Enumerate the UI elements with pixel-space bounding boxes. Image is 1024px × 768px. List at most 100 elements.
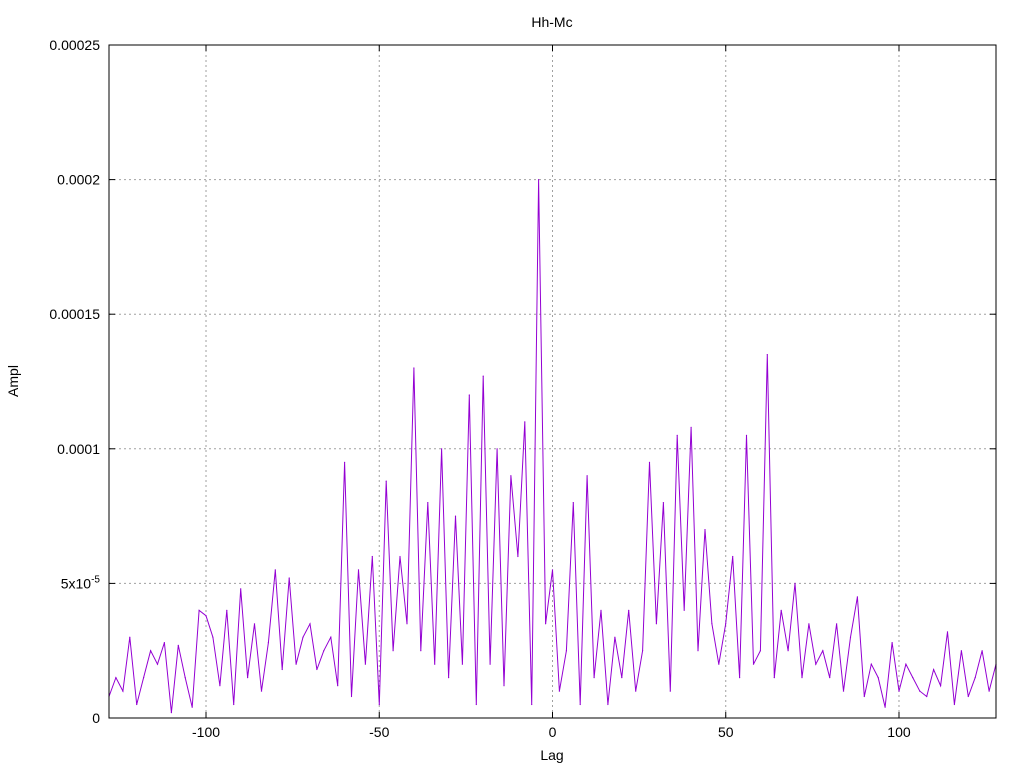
data-point [718,663,720,665]
data-point [745,434,748,436]
data-point [655,623,658,625]
data-point [184,677,186,679]
data-point [198,609,200,611]
data-point [191,706,193,708]
data-point [545,623,547,625]
data-point [697,650,699,652]
data-point [295,663,297,665]
data-point [863,695,865,698]
y-tick-label-base: 5x10 [61,575,92,591]
data-point [399,555,401,558]
line-chart: Hh-Mc -100 -50 0 50 100 0 5x10-5 0.0001 0.00015 0… [5,14,997,763]
data-point [531,703,533,706]
data-point [247,677,249,679]
data-point [919,690,921,692]
data-point [953,703,956,706]
data-point [115,677,117,679]
data-point [427,502,429,504]
data-point [752,663,755,665]
y-tick-label: 0.0002 [57,172,100,188]
data-point [586,475,588,477]
data-point [725,623,727,625]
data-point [309,623,311,625]
data-point [323,650,325,652]
data-point [489,663,491,665]
data-point [524,421,526,423]
data-point [829,677,831,679]
data-point [475,703,477,706]
data-point [642,650,644,652]
data-point [253,623,256,625]
data-point [836,623,838,625]
data-point [461,663,463,665]
chart-title: Hh-Mc [531,14,572,30]
data-point [842,690,845,692]
data-point [150,650,152,652]
data-point [988,690,990,692]
data-point [676,434,678,436]
data-point [822,650,824,652]
data-point [662,502,665,504]
y-tick-label: 5x10-5 [61,574,101,591]
data-point [579,703,581,706]
data-point [468,394,470,396]
data-point [129,636,131,638]
data-point [177,644,179,646]
data-point [773,677,775,679]
y-axis-label: Ampl [5,365,21,397]
y-tick-label: 0 [92,710,100,726]
data-point [482,375,484,377]
axis-ticks: -100 -50 0 50 100 0 5x10-5 0.0001 0.00015 0.0002 0… [49,37,996,740]
data-point [496,448,498,450]
data-point [759,650,762,652]
data-point [510,475,512,477]
data-point [441,448,443,450]
x-tick-label: 0 [549,724,557,740]
data-point [392,650,394,652]
data-point [274,569,276,571]
x-axis-label: Lag [540,747,563,763]
x-tick-label: -100 [192,724,220,740]
data-point [420,650,422,652]
data-point [974,677,976,679]
data-point [981,650,983,652]
data-point [780,609,782,611]
data-point [371,555,373,558]
data-point [912,677,914,679]
data-point [808,623,810,625]
data-point [448,677,450,679]
data-point [870,663,872,665]
data-point [267,642,269,644]
data-point [344,461,346,463]
data-point [787,650,789,652]
data-point [628,609,630,611]
data-point [219,685,221,687]
data-point [406,623,408,625]
y-tick-label-exponent: -5 [91,574,100,585]
data-point [136,703,138,706]
data-point [517,555,519,558]
x-tick-label: 100 [887,724,911,740]
data-point [884,706,886,708]
data-point [815,663,817,665]
data-point [614,636,616,638]
data-point [212,636,214,638]
data-point [240,588,242,590]
data-point [940,685,942,687]
data-point [538,179,540,181]
data-point [621,677,623,679]
data-point [156,663,159,665]
data-point [704,529,706,531]
data-point [849,636,852,638]
data-point [413,367,415,369]
data-point [593,677,595,679]
data-point [960,650,963,652]
data-point [683,609,685,611]
data-point [170,712,172,714]
data-point [572,502,574,504]
data-point [330,636,332,638]
data-point [163,642,165,644]
data-point [558,690,561,692]
data-point [302,636,304,638]
data-point [732,555,734,558]
